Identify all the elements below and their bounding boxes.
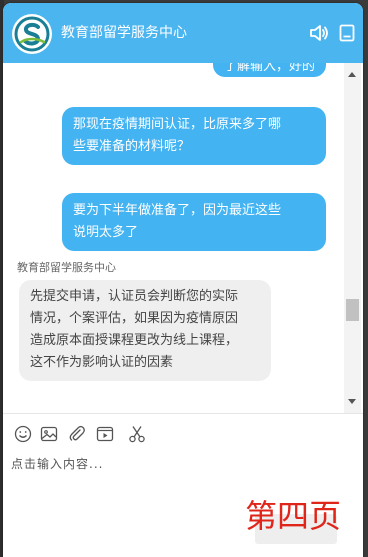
chat-header: 教育部留学服务中心 — [3, 3, 363, 63]
message-line: 些要准备的材料呢？ — [73, 139, 191, 154]
message-bubble-outgoing: 了解输入，好的 — [212, 63, 326, 77]
scrollbar-thumb[interactable] — [346, 299, 359, 321]
message-bubble-outgoing: 那现在疫情期间认证，比原来多了哪 些要准备的材料呢？ — [62, 107, 326, 165]
page-number-overlay: 第四页 — [245, 497, 342, 535]
scissors-icon[interactable] — [127, 424, 147, 444]
message-line: 先提交申请，认证员会判断您的实际 — [30, 289, 239, 304]
message-list: 了解输入，好的 那现在疫情期间认证，比原来多了哪 些要准备的材料呢？ 要为下半年… — [3, 63, 343, 411]
smile-icon[interactable] — [13, 424, 33, 444]
attachment-icon[interactable] — [67, 424, 87, 444]
message-line: 那现在疫情期间认证，比原来多了哪 — [73, 117, 282, 132]
composer-divider — [3, 413, 363, 414]
chat-title: 教育部留学服务中心 — [61, 25, 187, 41]
message-line: 要为下半年做准备了，因为最近这些 — [73, 203, 282, 218]
image-icon[interactable] — [39, 424, 59, 444]
message-scrollbar[interactable] — [344, 63, 361, 413]
message-line: 情况，个案评估，如果因为疫情原因 — [30, 311, 239, 326]
minimize-window-icon[interactable] — [336, 22, 358, 44]
message-bubble-outgoing: 要为下半年做准备了，因为最近这些 说明太多了 — [62, 193, 326, 251]
message-line: 造成原本面授课程更改为线上课程， — [30, 333, 239, 348]
scroll-up-arrow-icon[interactable] — [348, 72, 356, 77]
logo-icon — [12, 14, 52, 54]
message-line: 说明太多了 — [73, 225, 139, 240]
message-bubble-incoming: 先提交申请，认证员会判断您的实际 情况，个案评估，如果因为疫情原因 造成原本面授… — [19, 280, 271, 381]
sender-name: 教育部留学服务中心 — [17, 261, 116, 274]
message-line: 这不作为影响认证的因素 — [30, 355, 174, 370]
scroll-down-arrow-icon[interactable] — [348, 399, 356, 404]
video-icon[interactable] — [95, 424, 115, 444]
speaker-icon[interactable] — [308, 22, 330, 44]
message-input[interactable]: 点击输入内容... — [11, 455, 331, 485]
message-text: 了解输入，好的 — [223, 63, 315, 74]
chat-window: 教育部留学服务中心 了解输入，好的 那现在疫情期间认证，比原来多了哪 些要准备的… — [3, 3, 363, 557]
